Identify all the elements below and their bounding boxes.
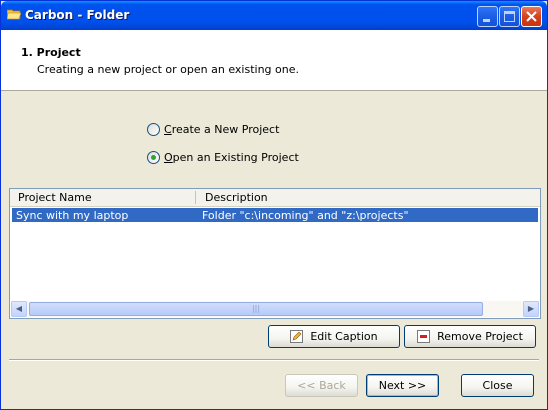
column-divider[interactable] xyxy=(195,191,196,204)
list-header: Project Name Description xyxy=(10,189,540,207)
maximize-button[interactable] xyxy=(499,6,520,27)
next-button[interactable]: Next >> xyxy=(366,374,439,397)
wizard-header: 1. Project Creating a new project or ope… xyxy=(1,30,547,91)
scroll-thumb[interactable]: ||| xyxy=(29,302,483,316)
back-button[interactable]: << Back xyxy=(285,374,358,397)
radio-selected-dot xyxy=(151,155,156,160)
radio-open-project[interactable] xyxy=(147,151,160,164)
create-project-option[interactable]: Create a New Project xyxy=(147,123,279,136)
footer-divider xyxy=(9,359,539,361)
radio-create-project[interactable] xyxy=(147,123,160,136)
close-icon xyxy=(526,11,537,22)
minimize-icon xyxy=(483,19,490,22)
pencil-icon xyxy=(290,330,304,343)
remove-project-label: Remove Project xyxy=(437,330,523,343)
horizontal-scrollbar[interactable]: ◀ ||| ▶ xyxy=(11,301,539,317)
window-title: Carbon - Folder xyxy=(25,8,130,22)
step-title: 1. Project xyxy=(21,46,81,59)
row-project-name: Sync with my laptop xyxy=(16,209,129,222)
wizard-window: Carbon - Folder 1. Project Creating a ne… xyxy=(0,0,548,410)
row-description: Folder "c:\incoming" and "z:\projects" xyxy=(202,209,409,222)
close-button[interactable]: Close xyxy=(461,374,534,397)
table-row[interactable]: Sync with my laptop Folder "c:\incoming"… xyxy=(12,208,538,222)
open-project-option[interactable]: Open an Existing Project xyxy=(147,151,299,164)
close-window-button[interactable] xyxy=(521,6,542,27)
open-project-label[interactable]: Open an Existing Project xyxy=(164,151,299,164)
column-description[interactable]: Description xyxy=(205,191,268,204)
remove-project-button[interactable]: Remove Project xyxy=(404,325,536,348)
folder-icon xyxy=(7,9,21,20)
maximize-icon xyxy=(504,11,515,22)
projects-list[interactable]: Project Name Description Sync with my la… xyxy=(9,188,541,319)
title-bar[interactable]: Carbon - Folder xyxy=(1,1,547,30)
column-project-name[interactable]: Project Name xyxy=(18,191,92,204)
edit-caption-button[interactable]: Edit Caption xyxy=(268,325,400,348)
remove-icon xyxy=(417,330,431,343)
edit-caption-label: Edit Caption xyxy=(310,330,378,343)
scroll-left-button[interactable]: ◀ xyxy=(11,301,27,317)
step-description: Creating a new project or open an existi… xyxy=(37,63,299,76)
scroll-right-button[interactable]: ▶ xyxy=(523,301,539,317)
minimize-button[interactable] xyxy=(477,6,498,27)
create-project-label[interactable]: Create a New Project xyxy=(164,123,279,136)
